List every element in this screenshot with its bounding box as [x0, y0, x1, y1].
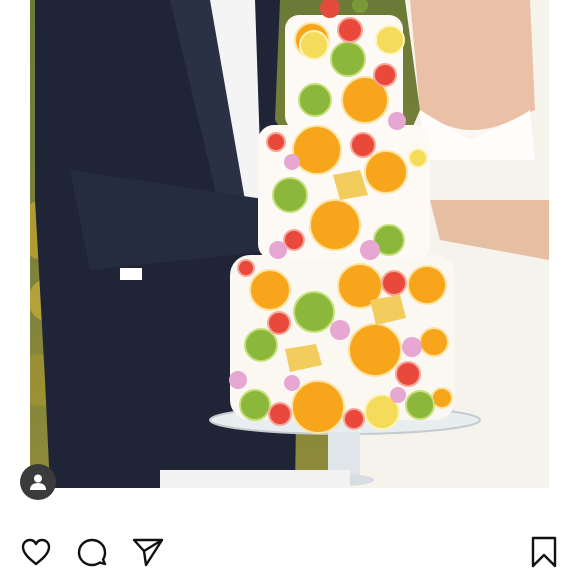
heart-outline-icon — [21, 538, 51, 566]
comment-button[interactable] — [74, 534, 110, 570]
bookmark-outline-icon — [531, 536, 557, 568]
wedding-cake-photo — [30, 0, 549, 488]
paper-plane-icon — [132, 538, 164, 567]
post-photo[interactable] — [30, 0, 549, 488]
speech-bubble-icon — [77, 538, 107, 567]
user-tag-avatar[interactable] — [20, 464, 56, 500]
save-button[interactable] — [526, 534, 562, 570]
post-action-bar — [0, 530, 580, 574]
share-button[interactable] — [130, 534, 166, 570]
like-button[interactable] — [18, 534, 54, 570]
user-silhouette-icon — [30, 474, 46, 490]
